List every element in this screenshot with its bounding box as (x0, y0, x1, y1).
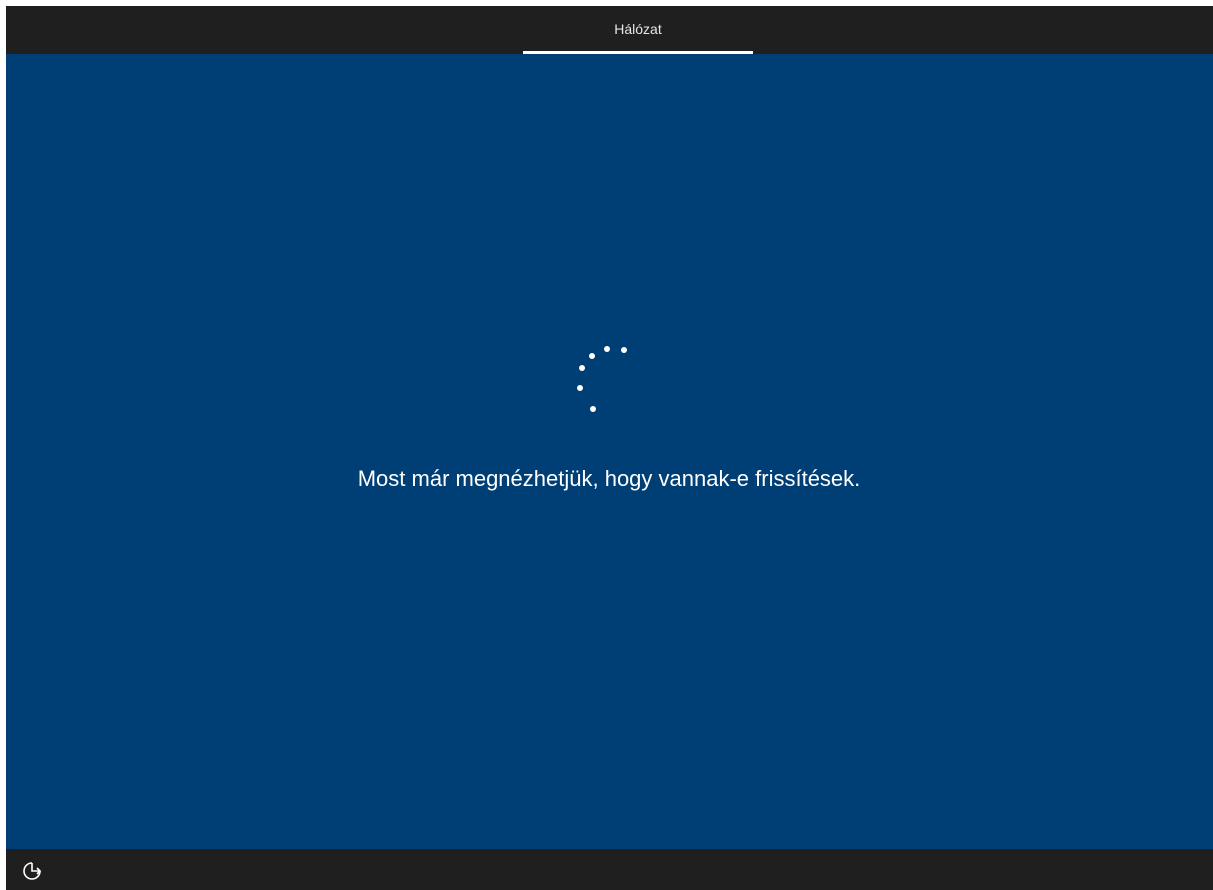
main-content: Most már megnézhetjük, hogy vannak-e fri… (6, 54, 1213, 849)
tab-network-label: Hálózat (614, 21, 662, 37)
spinner-dot (604, 346, 610, 352)
spinner-dot (621, 347, 627, 353)
accessibility-button[interactable] (20, 859, 44, 883)
spinner-dot (590, 406, 596, 412)
spinner-dot (577, 385, 583, 391)
tab-network[interactable]: Hálózat (523, 6, 753, 54)
bottom-bar (6, 849, 1213, 890)
loading-dots-icon (577, 346, 627, 412)
status-message: Most már megnézhetjük, hogy vannak-e fri… (357, 466, 861, 491)
accessibility-icon (23, 862, 42, 880)
spinner-dot (579, 365, 585, 371)
top-navigation-bar: Hálózat (6, 6, 1213, 54)
spinner-dot (589, 353, 595, 359)
oobe-screen: Hálózat Most már megnézhetjük, hogy vann… (6, 6, 1213, 890)
